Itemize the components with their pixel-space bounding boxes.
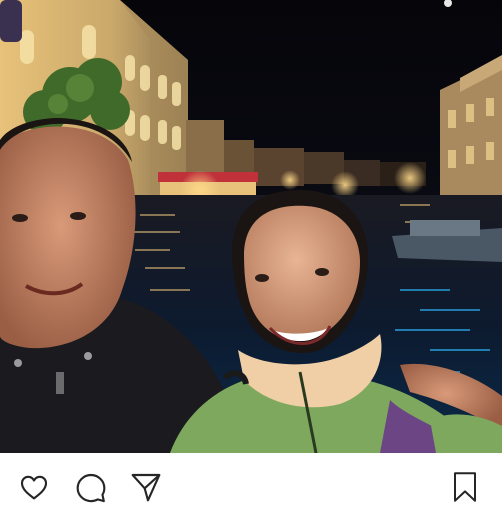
comment-button[interactable] bbox=[74, 470, 108, 504]
paper-plane-icon bbox=[129, 471, 163, 503]
photo-illustration bbox=[0, 0, 502, 453]
post-photo[interactable] bbox=[0, 0, 502, 453]
speech-bubble-icon bbox=[75, 471, 107, 503]
like-button[interactable] bbox=[17, 470, 51, 504]
share-button[interactable] bbox=[129, 470, 163, 504]
save-button[interactable] bbox=[448, 470, 482, 504]
heart-outline-icon bbox=[17, 471, 51, 503]
post-action-bar bbox=[0, 453, 502, 520]
instagram-post bbox=[0, 0, 502, 520]
bookmark-outline-icon bbox=[450, 470, 480, 504]
